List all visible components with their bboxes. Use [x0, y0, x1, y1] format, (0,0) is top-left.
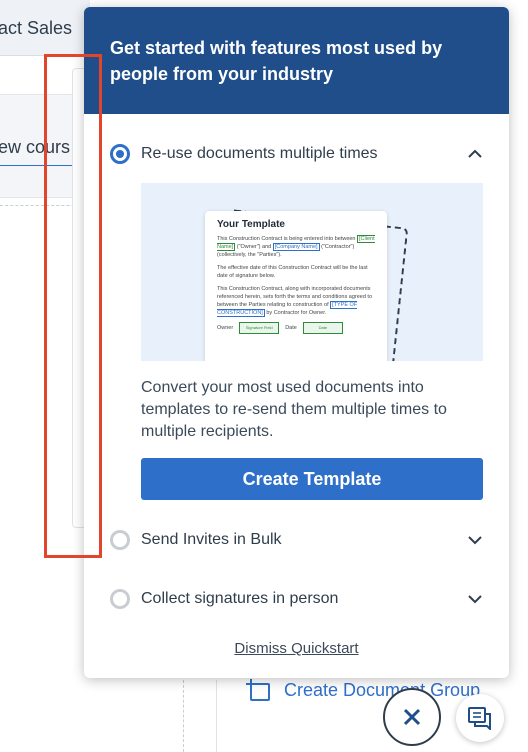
template-text: by Contractor for Owner. [266, 310, 327, 316]
chevron-down-icon[interactable] [465, 589, 485, 609]
template-card-para1: This Construction Contract is being ente… [217, 235, 375, 259]
owner-label: Owner [217, 325, 234, 331]
background-tab-label: act Sales [0, 18, 73, 38]
dismiss-quickstart-link[interactable]: Dismiss Quickstart [84, 640, 509, 657]
close-quickstart-button[interactable] [383, 688, 441, 746]
chat-icon [468, 707, 491, 730]
template-text: This Construction Contract is being ente… [217, 236, 356, 242]
background-tab[interactable]: act Sales [0, 0, 90, 56]
create-template-button[interactable]: Create Template [141, 458, 483, 500]
signature-field: Signature Field [239, 322, 280, 334]
template-card-para2: The effective date of this Construction … [217, 265, 368, 279]
template-signature-row: Owner Signature Field Date Date [217, 322, 375, 334]
quickstart-description: Convert your most used documents into te… [141, 379, 447, 440]
template-preview-image: Your Template This Construction Contract… [141, 183, 483, 361]
quickstart-item-send-invites[interactable]: Send Invites in Bulk [84, 520, 509, 560]
radio-icon [110, 530, 130, 550]
template-card-para3: This Construction Contract, along with i… [217, 285, 375, 317]
date-label: Date [285, 325, 297, 331]
quickstart-item-label: Send Invites in Bulk [141, 531, 282, 548]
quickstart-item-label: Collect signatures in person [141, 590, 339, 607]
add-document-group-icon [246, 679, 270, 701]
template-text: ("Owner") and [236, 244, 272, 250]
highlight-annotation [44, 54, 102, 558]
date-field: Date [302, 322, 343, 334]
radio-active-icon [110, 144, 130, 164]
template-card: Your Template This Construction Contract… [205, 211, 387, 361]
radio-icon [110, 589, 130, 609]
quickstart-panel: Get started with features most used by p… [84, 7, 509, 678]
quickstart-item-label: Re-use documents multiple times [141, 145, 378, 162]
close-icon [403, 708, 421, 726]
quickstart-header: Get started with features most used by p… [84, 7, 509, 114]
background-vertical-divider [216, 680, 217, 752]
quickstart-item-collect-signatures[interactable]: Collect signatures in person [84, 579, 509, 619]
company-name-field: [Company Name] [272, 243, 320, 251]
background-dashed-divider [183, 680, 184, 752]
chevron-up-icon[interactable] [465, 144, 485, 164]
quickstart-item-reuse-documents[interactable]: Re-use documents multiple times [84, 134, 509, 174]
template-card-title: Your Template [217, 219, 285, 230]
create-document-group-button[interactable]: Create Document Group [246, 678, 480, 702]
chevron-down-icon[interactable] [465, 530, 485, 550]
create-document-group-label: Create Document Group [284, 679, 481, 700]
chat-button[interactable] [456, 694, 504, 742]
